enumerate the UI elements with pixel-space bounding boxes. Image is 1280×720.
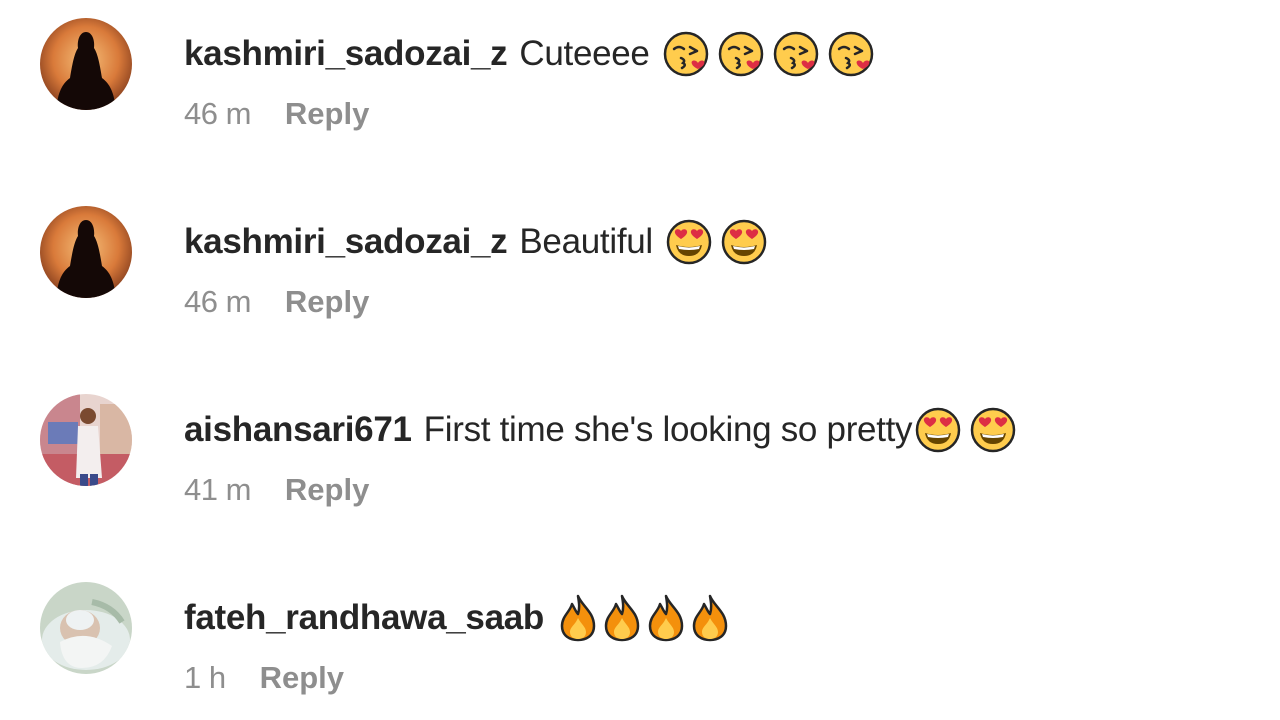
avatar-person-photo-icon — [40, 394, 132, 486]
avatar-baby-photo-icon — [40, 582, 132, 674]
avatar[interactable] — [40, 18, 132, 110]
comment-emojis — [914, 406, 1024, 454]
avatar-sunset-silhouette-icon — [40, 206, 132, 298]
fire-emoji-icon — [558, 594, 598, 642]
comment-username[interactable]: kashmiri_sadozai_z — [184, 26, 508, 82]
avatar[interactable] — [40, 394, 132, 486]
reply-button[interactable]: Reply — [285, 470, 369, 510]
comment-emojis — [662, 30, 882, 78]
comment-line: fateh_randhawa_saab — [184, 590, 734, 646]
comment-emojis — [558, 594, 734, 642]
comment-time: 41 m — [184, 472, 251, 507]
fire-emoji-icon — [690, 594, 730, 642]
reply-button[interactable]: Reply — [285, 94, 369, 134]
comment-line: aishansari671 First time she's looking s… — [184, 402, 1024, 458]
comment-meta: 46 m Reply — [184, 282, 369, 322]
comment-time: 1 h — [184, 660, 226, 695]
avatar-sunset-silhouette-icon — [40, 18, 132, 110]
comment-item: kashmiri_sadozai_z Cuteeee 46 m Reply — [0, 18, 1280, 168]
comment-meta: 46 m Reply — [184, 94, 369, 134]
kissing-heart-emoji-icon — [662, 30, 710, 78]
heart-eyes-emoji-icon — [969, 406, 1017, 454]
fire-emoji-icon — [602, 594, 642, 642]
comment-emojis — [665, 218, 775, 266]
comment-username[interactable]: aishansari671 — [184, 402, 412, 458]
comment-text: Cuteeee — [519, 34, 650, 73]
comment-time: 46 m — [184, 96, 251, 131]
comment-item: aishansari671 First time she's looking s… — [0, 394, 1280, 544]
kissing-heart-emoji-icon — [717, 30, 765, 78]
comment-time: 46 m — [184, 284, 251, 319]
heart-eyes-emoji-icon — [665, 218, 713, 266]
comment-text: Beautiful — [519, 222, 653, 261]
comment-username[interactable]: fateh_randhawa_saab — [184, 590, 544, 646]
comments-list: kashmiri_sadozai_z Cuteeee 46 m Reply ka… — [0, 0, 1280, 720]
comment-meta: 1 h Reply — [184, 658, 344, 698]
avatar[interactable] — [40, 582, 132, 674]
kissing-heart-emoji-icon — [772, 30, 820, 78]
comment-line: kashmiri_sadozai_z Beautiful — [184, 214, 775, 270]
heart-eyes-emoji-icon — [720, 218, 768, 266]
comment-meta: 41 m Reply — [184, 470, 369, 510]
comment-line: kashmiri_sadozai_z Cuteeee — [184, 26, 882, 82]
comment-item: fateh_randhawa_saab 1 h Reply — [0, 582, 1280, 720]
avatar[interactable] — [40, 206, 132, 298]
kissing-heart-emoji-icon — [827, 30, 875, 78]
comment-text: First time she's looking so pretty — [423, 410, 913, 449]
fire-emoji-icon — [646, 594, 686, 642]
reply-button[interactable]: Reply — [260, 658, 344, 698]
comment-item: kashmiri_sadozai_z Beautiful 46 m Reply — [0, 206, 1280, 356]
reply-button[interactable]: Reply — [285, 282, 369, 322]
heart-eyes-emoji-icon — [914, 406, 962, 454]
comment-username[interactable]: kashmiri_sadozai_z — [184, 214, 508, 270]
